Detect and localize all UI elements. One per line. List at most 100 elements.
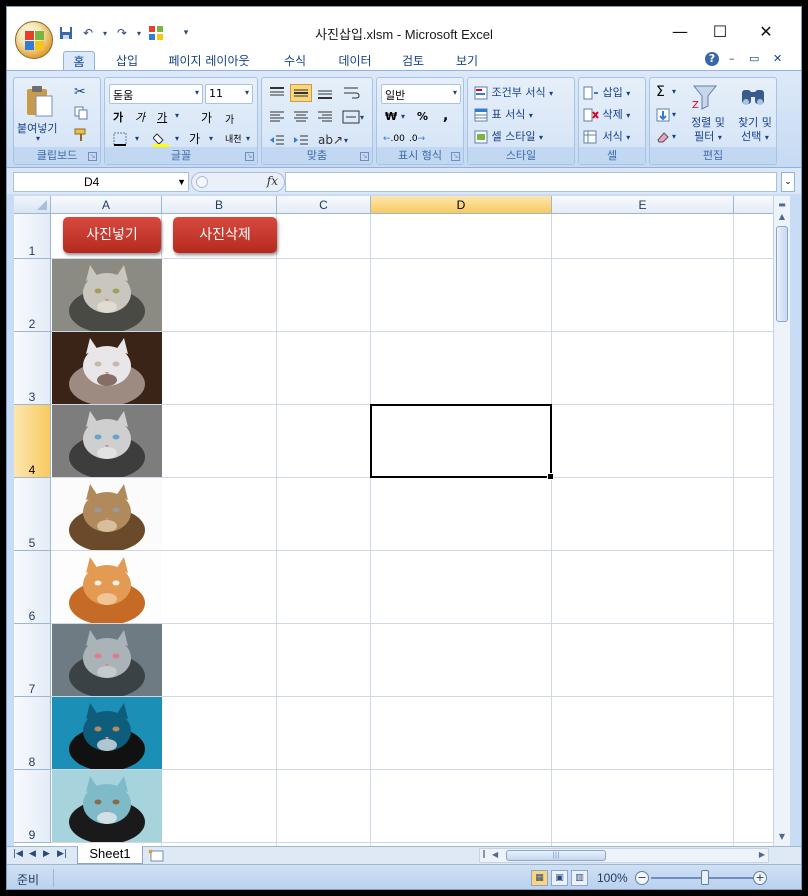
delete-photo-button[interactable]: 사진삭제 bbox=[173, 217, 277, 253]
underline-dropdown-icon[interactable]: ▾ bbox=[175, 111, 179, 120]
tab-review[interactable]: 검토 bbox=[393, 51, 433, 71]
zoom-slider-thumb[interactable] bbox=[701, 870, 709, 885]
clear-dropdown-icon[interactable]: ▾ bbox=[672, 132, 676, 141]
merge-dropdown-icon[interactable]: ▾ bbox=[360, 113, 364, 122]
scroll-up-icon[interactable]: ▲ bbox=[775, 210, 789, 224]
vertical-scrollbar[interactable]: ▬ ▲ ▼ bbox=[773, 196, 790, 846]
row-header-6[interactable]: 6 bbox=[14, 551, 51, 624]
column-header-a[interactable]: A bbox=[51, 196, 162, 214]
hsplit-box-icon[interactable]: ‖ bbox=[482, 849, 486, 858]
row-header-4[interactable]: 4 bbox=[14, 405, 51, 478]
zoom-in-icon[interactable]: + bbox=[753, 871, 767, 885]
find-select-icon[interactable] bbox=[738, 82, 768, 115]
align-right-icon[interactable] bbox=[316, 110, 334, 127]
underline-button[interactable]: 가 bbox=[157, 109, 167, 125]
number-format-select[interactable]: 일반 ▾ bbox=[381, 84, 461, 104]
cell-styles-button[interactable]: 셀 스타일 ▾ bbox=[474, 128, 543, 144]
ribbon-restore-icon[interactable]: ▭ bbox=[749, 52, 759, 65]
fill-dropdown-icon[interactable]: ▾ bbox=[672, 110, 676, 119]
photo-dog-and-cat[interactable] bbox=[52, 770, 162, 842]
active-cell[interactable] bbox=[370, 404, 554, 480]
worksheet-grid[interactable]: A B C D E 1 2 3 4 5 6 7 8 9 사진넣기 사진삭제 bbox=[14, 196, 773, 846]
align-left-icon[interactable] bbox=[268, 110, 286, 127]
scroll-right-icon[interactable]: ▶ bbox=[759, 850, 765, 859]
italic-button[interactable]: 가 bbox=[135, 109, 145, 125]
borders-dropdown-icon[interactable]: ▾ bbox=[135, 134, 139, 143]
format-cells-button[interactable]: 서식 ▾ bbox=[583, 128, 630, 144]
number-launcher-icon[interactable]: ↘ bbox=[451, 152, 460, 161]
tab-home[interactable]: 홈 bbox=[63, 51, 95, 71]
row-header-3[interactable]: 3 bbox=[14, 332, 51, 405]
horizontal-scrollbar[interactable]: ‖ ◀ ||| ▶ bbox=[479, 848, 769, 863]
increase-decimal-button[interactable]: ←.00 bbox=[383, 134, 405, 144]
orientation-icon[interactable]: ab↗ bbox=[318, 133, 343, 147]
photo-gray-cat[interactable] bbox=[52, 405, 162, 477]
align-top-icon[interactable] bbox=[268, 86, 286, 103]
photo-cat-licking[interactable] bbox=[52, 259, 162, 331]
formula-input[interactable] bbox=[285, 172, 777, 192]
comma-button[interactable]: , bbox=[443, 108, 448, 124]
next-sheet-icon[interactable]: ▶ bbox=[43, 849, 50, 859]
column-header-d[interactable]: D bbox=[371, 196, 552, 214]
sheet-tab-sheet1[interactable]: Sheet1 bbox=[77, 846, 143, 864]
tab-page-layout[interactable]: 페이지 레이아웃 bbox=[159, 51, 259, 71]
photo-orange-kitten[interactable] bbox=[52, 551, 162, 623]
row-header-5[interactable]: 5 bbox=[14, 478, 51, 551]
wrap-text-icon[interactable] bbox=[342, 86, 360, 103]
column-header-e[interactable]: E bbox=[552, 196, 734, 214]
vertical-scroll-thumb[interactable] bbox=[776, 226, 788, 322]
horizontal-scroll-thumb[interactable]: ||| bbox=[506, 850, 606, 861]
copy-icon[interactable] bbox=[74, 106, 88, 123]
currency-button[interactable]: ₩ bbox=[385, 110, 397, 123]
insert-function-button[interactable]: fx bbox=[267, 174, 278, 188]
bold-button[interactable]: 가 bbox=[113, 109, 123, 125]
fill-icon[interactable] bbox=[656, 108, 670, 125]
name-box[interactable]: D4 ▼ bbox=[13, 172, 189, 192]
row-header-1[interactable]: 1 bbox=[14, 214, 51, 259]
select-all-button[interactable] bbox=[14, 196, 51, 214]
column-header-b[interactable]: B bbox=[162, 196, 277, 214]
zoom-out-icon[interactable]: − bbox=[635, 871, 649, 885]
font-size-select[interactable]: 11 ▾ bbox=[205, 84, 253, 104]
find-select-button[interactable]: 찾기 및 선택 ▾ bbox=[734, 116, 776, 145]
workbook-close-icon[interactable]: ✕ bbox=[773, 52, 782, 65]
photo-cat-tongue[interactable] bbox=[52, 624, 162, 696]
maximize-button[interactable]: ☐ bbox=[705, 21, 735, 43]
format-as-table-button[interactable]: 표 서식 ▾ bbox=[474, 106, 533, 122]
font-launcher-icon[interactable]: ↘ bbox=[245, 152, 254, 161]
photo-tabby-kitten-lying[interactable] bbox=[52, 478, 162, 550]
column-header-f[interactable] bbox=[734, 196, 773, 214]
phonetic-button[interactable]: 내천 bbox=[225, 132, 242, 145]
column-header-c[interactable]: C bbox=[277, 196, 371, 214]
percent-button[interactable]: % bbox=[417, 110, 428, 123]
tab-formulas[interactable]: 수식 bbox=[275, 51, 315, 71]
help-icon[interactable]: ? bbox=[705, 52, 719, 66]
row-header-7[interactable]: 7 bbox=[14, 624, 51, 697]
fill-color-dropdown-icon[interactable]: ▾ bbox=[175, 134, 179, 143]
orientation-dropdown-icon[interactable]: ▾ bbox=[344, 136, 348, 145]
insert-cells-button[interactable]: 삽입 ▾ bbox=[583, 84, 630, 100]
scroll-left-icon[interactable]: ◀ bbox=[492, 850, 498, 859]
autosum-dropdown-icon[interactable]: ▾ bbox=[672, 87, 676, 96]
decrease-decimal-button[interactable]: .0→ bbox=[409, 134, 425, 144]
insert-photo-button[interactable]: 사진넣기 bbox=[63, 217, 161, 253]
prev-sheet-icon[interactable]: ◀ bbox=[29, 849, 36, 859]
formula-circle-icon[interactable] bbox=[196, 176, 208, 188]
photo-cat-on-dog[interactable] bbox=[52, 697, 162, 769]
currency-dropdown-icon[interactable]: ▾ bbox=[401, 112, 405, 121]
tab-insert[interactable]: 삽입 bbox=[107, 51, 147, 71]
shrink-font-button[interactable]: 가 bbox=[225, 111, 234, 126]
sort-filter-icon[interactable]: Z bbox=[690, 82, 720, 115]
tab-view[interactable]: 보기 bbox=[447, 51, 487, 71]
clipboard-launcher-icon[interactable]: ↘ bbox=[88, 152, 97, 161]
formula-expand-icon[interactable]: ⌄ bbox=[781, 172, 795, 192]
font-color-dropdown-icon[interactable]: ▾ bbox=[209, 134, 213, 143]
autosum-icon[interactable]: Σ bbox=[656, 84, 665, 100]
paste-icon[interactable] bbox=[24, 84, 54, 121]
paste-dropdown-icon[interactable]: ▾ bbox=[36, 134, 40, 143]
row-header-8[interactable]: 8 bbox=[14, 697, 51, 770]
grow-font-button[interactable]: 가 bbox=[201, 109, 212, 126]
normal-view-icon[interactable]: ▦ bbox=[531, 870, 548, 886]
cut-icon[interactable]: ✂ bbox=[74, 84, 86, 100]
scroll-down-icon[interactable]: ▼ bbox=[775, 830, 789, 844]
